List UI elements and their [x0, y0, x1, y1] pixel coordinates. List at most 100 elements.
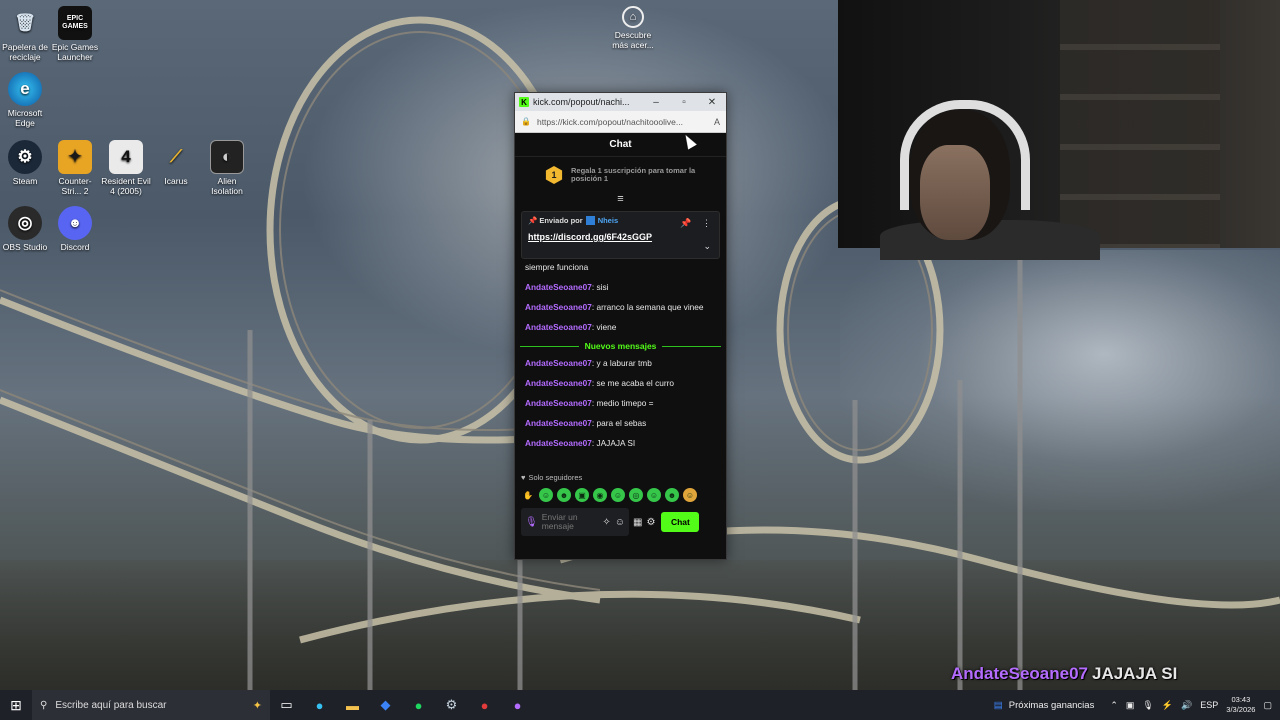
minimize-button[interactable]: – [642, 97, 670, 108]
emote-icon[interactable]: ☺ [647, 488, 661, 502]
microphone-tray-icon[interactable]: 🎙 [1142, 700, 1153, 711]
resident-evil-icon: 4 [109, 140, 143, 174]
desktop-icon-alien-isolation[interactable]: ◐ Alien Isolation [202, 140, 252, 196]
desktop-icon-resident-evil[interactable]: 4 Resident Evil 4 (2005) [101, 140, 151, 196]
desktop-icon-obs[interactable]: ◎ OBS Studio [0, 206, 50, 252]
pinned-message: 📌 Enviado por Nheis 📌 ⋮ https://discord.… [521, 211, 720, 259]
message-username[interactable]: AndateSeoane07 [525, 378, 592, 388]
taskbar-app-icon[interactable]: ◆ [369, 690, 402, 720]
task-view-icon[interactable]: ▭ [270, 690, 303, 720]
message-username[interactable]: AndateSeoane07 [525, 322, 592, 332]
emote-icon[interactable]: ☻ [557, 488, 571, 502]
address-bar[interactable]: 🔒 https://kick.com/popout/nachitooolive.… [515, 111, 726, 133]
message-username[interactable]: AndateSeoane07 [525, 418, 592, 428]
network-icon[interactable]: ⚡ [1162, 700, 1173, 711]
taskbar-search[interactable]: ⚲ Escribe aquí para buscar ✦ [32, 690, 270, 720]
tray-app-icon[interactable]: ▣ [1126, 700, 1135, 711]
chevron-down-icon[interactable]: ⌄ [703, 241, 711, 252]
edge-icon: e [8, 72, 42, 106]
microphone-icon[interactable]: 🎙 [525, 517, 538, 527]
news-text: Próximas ganancias [1008, 699, 1095, 711]
sparkle-icon[interactable]: ✧ [602, 517, 610, 527]
message-username[interactable]: AndateSeoane07 [525, 282, 592, 292]
unpin-icon[interactable]: 📌 [680, 218, 691, 228]
promo-text: Regala 1 suscripción para tomar la posic… [571, 166, 696, 183]
desktop-icon-edge[interactable]: e Microsoft Edge [0, 72, 50, 128]
pinned-sender[interactable]: Nheis [598, 216, 618, 225]
chat-input[interactable]: 🎙 Enviar un mensaje ✧ ☺ [521, 508, 629, 536]
webcam-bookshelf [1060, 0, 1220, 248]
followers-only-status: ♥ Solo seguidores [521, 472, 583, 482]
url-text: https://kick.com/popout/nachitooolive... [536, 116, 683, 127]
emote-hand-icon[interactable]: ✋ [521, 488, 535, 502]
new-messages-divider: Nuevos mensajes [520, 341, 722, 351]
desktop-icon-counter-strike[interactable]: ✦ Counter-Stri... 2 [50, 140, 100, 196]
volume-icon[interactable]: 🔊 [1181, 700, 1192, 711]
taskbar-spotify-icon[interactable]: ● [402, 690, 435, 720]
chat-message: AndateSeoane07: para el sebas [525, 418, 647, 428]
gift-sub-promo[interactable]: 1 Regala 1 suscripción para tomar la pos… [515, 157, 726, 193]
pinned-discord-link[interactable]: https://discord.gg/6F42sGGP [528, 232, 713, 242]
desktop-icon-steam[interactable]: ⚙ Steam [0, 140, 50, 186]
emote-icon[interactable]: ◉ [593, 488, 607, 502]
emote-bar: ✋ ☺ ☻ ▣ ◉ ☺ ◎ ☺ ☻ ☺ [515, 485, 726, 505]
chat-send-button[interactable]: Chat [661, 512, 700, 532]
pinned-sent-by-label: Enviado por [539, 216, 583, 225]
steam-icon: ⚙ [8, 140, 42, 174]
new-messages-label: Nuevos mensajes [584, 341, 657, 351]
store-icon[interactable]: ▦ [633, 517, 642, 528]
more-options-icon[interactable]: ⋮ [702, 218, 711, 228]
taskbar-explorer-icon[interactable]: ▬ [336, 690, 369, 720]
discord-icon: ☻ [58, 206, 92, 240]
emote-icon[interactable]: ☺ [611, 488, 625, 502]
taskbar-steam-icon[interactable]: ⚙ [435, 690, 468, 720]
copilot-sparkle-icon[interactable]: ✦ [253, 699, 262, 712]
taskbar-app-icon[interactable]: ● [468, 690, 501, 720]
desktop-icon-recycle-bin[interactable]: 🗑 Papelera de reciclaje [0, 6, 50, 62]
emote-icon[interactable]: ☻ [665, 488, 679, 502]
obs-icon: ◎ [8, 206, 42, 240]
settings-icon[interactable]: ⚙ [646, 517, 655, 528]
message-username[interactable]: AndateSeoane07 [525, 398, 592, 408]
desktop-icon-discover[interactable]: ⌂ Descubre más acer... [608, 6, 658, 50]
read-aloud-icon[interactable]: A [714, 117, 720, 127]
chevron-up-icon[interactable]: ⌃ [1110, 700, 1118, 711]
window-titlebar[interactable]: K kick.com/popout/nachi... – ▫ ✕ [515, 93, 726, 111]
desktop-icon-discord[interactable]: ☻ Discord [50, 206, 100, 252]
message-username[interactable]: AndateSeoane07 [525, 358, 592, 368]
emote-icon[interactable]: ☺ [683, 488, 697, 502]
stream-chat-overlay: AndateSeoane07 JAJAJA SI [951, 664, 1177, 684]
chat-message: AndateSeoane07: medio timepo = [525, 398, 654, 408]
sender-badge-icon [585, 216, 595, 225]
chat-message: AndateSeoane07: se me acaba el curro [525, 378, 674, 388]
search-placeholder: Escribe aquí para buscar [55, 699, 167, 711]
desktop-icon-epic-games[interactable]: EPIC GAMES Epic Games Launcher [50, 6, 100, 62]
notifications-icon[interactable]: ▢ [1263, 700, 1272, 711]
language-indicator[interactable]: ESP [1200, 700, 1218, 710]
taskbar: ⊞ ⚲ Escribe aquí para buscar ✦ ▭ ● ▬ ◆ ●… [0, 690, 1280, 720]
counter-strike-icon: ✦ [58, 140, 92, 174]
system-tray: ▤ Próximas ganancias ⌃ ▣ 🎙 ⚡ 🔊 ESP 03:43… [994, 695, 1280, 715]
chat-input-row: 🎙 Enviar un mensaje ✧ ☺ ▦ ⚙ Chat [515, 505, 726, 539]
clock[interactable]: 03:43 3/3/2026 [1226, 695, 1255, 715]
message-username[interactable]: AndateSeoane07 [525, 302, 592, 312]
icarus-icon: ⟋ [170, 147, 182, 166]
chat-message: AndateSeoane07: y a laburar tmb [525, 358, 652, 368]
close-button[interactable]: ✕ [698, 97, 726, 108]
news-widget[interactable]: ▤ Próximas ganancias [994, 700, 1095, 711]
message-username[interactable]: AndateSeoane07 [525, 438, 592, 448]
emoji-icon[interactable]: ☺ [615, 517, 625, 527]
lock-icon: 🔒 [521, 117, 531, 126]
collapse-toggle-icon[interactable]: ≡ [515, 193, 726, 207]
taskbar-app-icon[interactable]: ● [501, 690, 534, 720]
emote-icon[interactable]: ◎ [629, 488, 643, 502]
maximize-button[interactable]: ▫ [670, 97, 698, 108]
start-button[interactable]: ⊞ [0, 697, 32, 714]
window-title: kick.com/popout/nachi... [533, 97, 630, 107]
chat-popout-window: K kick.com/popout/nachi... – ▫ ✕ 🔒 https… [514, 92, 727, 560]
taskbar-edge-icon[interactable]: ● [303, 690, 336, 720]
pin-icon: 📌 [528, 216, 538, 225]
desktop-icon-icarus[interactable]: ⟋ Icarus [151, 140, 201, 186]
emote-icon[interactable]: ▣ [575, 488, 589, 502]
emote-icon[interactable]: ☺ [539, 488, 553, 502]
